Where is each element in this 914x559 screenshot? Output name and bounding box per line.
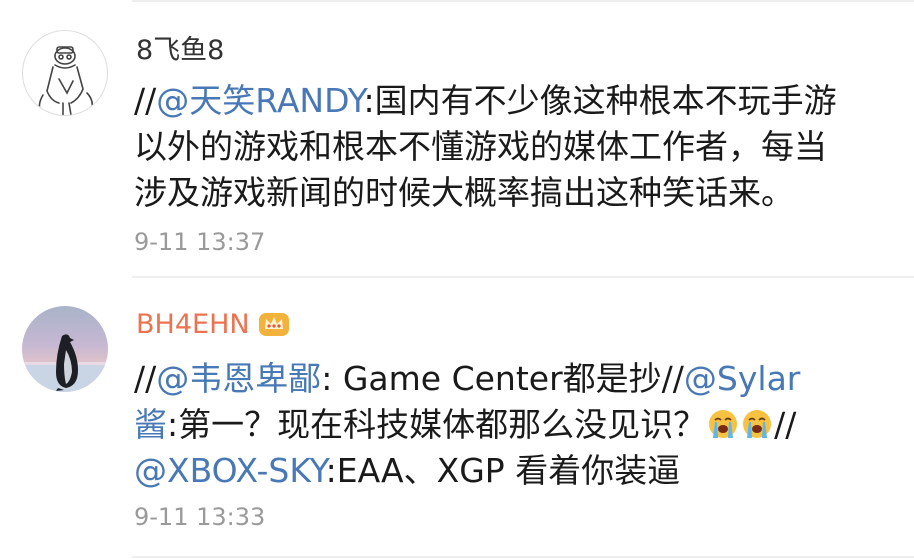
timestamp: 9-11 13:37 bbox=[134, 228, 266, 256]
comment-line: //@天笑RANDY:国内有不少像这种根本不玩手游 bbox=[134, 78, 894, 124]
comment-line: 酱:第一？现在科技媒体都那么没见识？ // bbox=[134, 402, 894, 448]
avatar[interactable] bbox=[22, 30, 108, 116]
comment-text: 以外的游戏和根本不懂游戏的媒体工作者，每当 bbox=[134, 127, 827, 166]
username-text: BH4EHN bbox=[136, 309, 250, 340]
mention-link[interactable]: @XBOX-SKY bbox=[134, 451, 326, 490]
comment-text: :EAA、XGP 看着你装逼 bbox=[325, 451, 681, 490]
comment-text: : Game Center都是抄 bbox=[321, 359, 662, 398]
repost-separator: // bbox=[134, 81, 157, 120]
comment-text: :第一？现在科技媒体都那么没见识？ bbox=[167, 405, 707, 444]
comment-item: BH4EHN //@韦恩卑鄙: Game Center都是抄//@Sylar 酱… bbox=[0, 278, 914, 553]
timestamp: 9-11 13:33 bbox=[134, 503, 266, 531]
repost-separator: // bbox=[661, 359, 684, 398]
comment-body: //@天笑RANDY:国内有不少像这种根本不玩手游 以外的游戏和根本不懂游戏的媒… bbox=[134, 78, 894, 216]
comment-line: 涉及游戏新闻的时候大概率搞出这种笑话来。 bbox=[134, 170, 894, 216]
mention-link[interactable]: @天笑RANDY bbox=[156, 81, 363, 120]
comment-line: 以外的游戏和根本不懂游戏的媒体工作者，每当 bbox=[134, 124, 894, 170]
comment-line: @XBOX-SKY:EAA、XGP 看着你装逼 bbox=[134, 448, 894, 494]
repost-separator: // bbox=[774, 405, 797, 444]
mention-link[interactable]: @韦恩卑鄙 bbox=[156, 359, 321, 398]
mention-link[interactable]: @Sylar bbox=[684, 359, 800, 398]
mention-link[interactable]: 酱 bbox=[134, 405, 167, 444]
crying-emoji-icon bbox=[741, 406, 773, 438]
avatar[interactable] bbox=[22, 306, 108, 392]
repost-separator: // bbox=[134, 359, 157, 398]
username[interactable]: 8飞鱼8 bbox=[136, 34, 224, 68]
crown-badge-icon[interactable] bbox=[258, 309, 290, 337]
comment-body: //@韦恩卑鄙: Game Center都是抄//@Sylar 酱:第一？现在科… bbox=[134, 356, 894, 494]
cartoon-sketch-avatar-icon bbox=[38, 46, 94, 115]
comment-text: :国内有不少像这种根本不玩手游 bbox=[363, 81, 837, 120]
comment-divider bbox=[132, 556, 914, 558]
comment-item: 8飞鱼8 //@天笑RANDY:国内有不少像这种根本不玩手游 以外的游戏和根本不… bbox=[0, 0, 914, 275]
penguin-photo-avatar-icon bbox=[22, 334, 108, 392]
username[interactable]: BH4EHN bbox=[136, 308, 290, 342]
comment-line: //@韦恩卑鄙: Game Center都是抄//@Sylar bbox=[134, 356, 894, 402]
comment-text: 涉及游戏新闻的时候大概率搞出这种笑话来。 bbox=[134, 173, 794, 212]
crying-emoji-icon bbox=[707, 406, 739, 438]
